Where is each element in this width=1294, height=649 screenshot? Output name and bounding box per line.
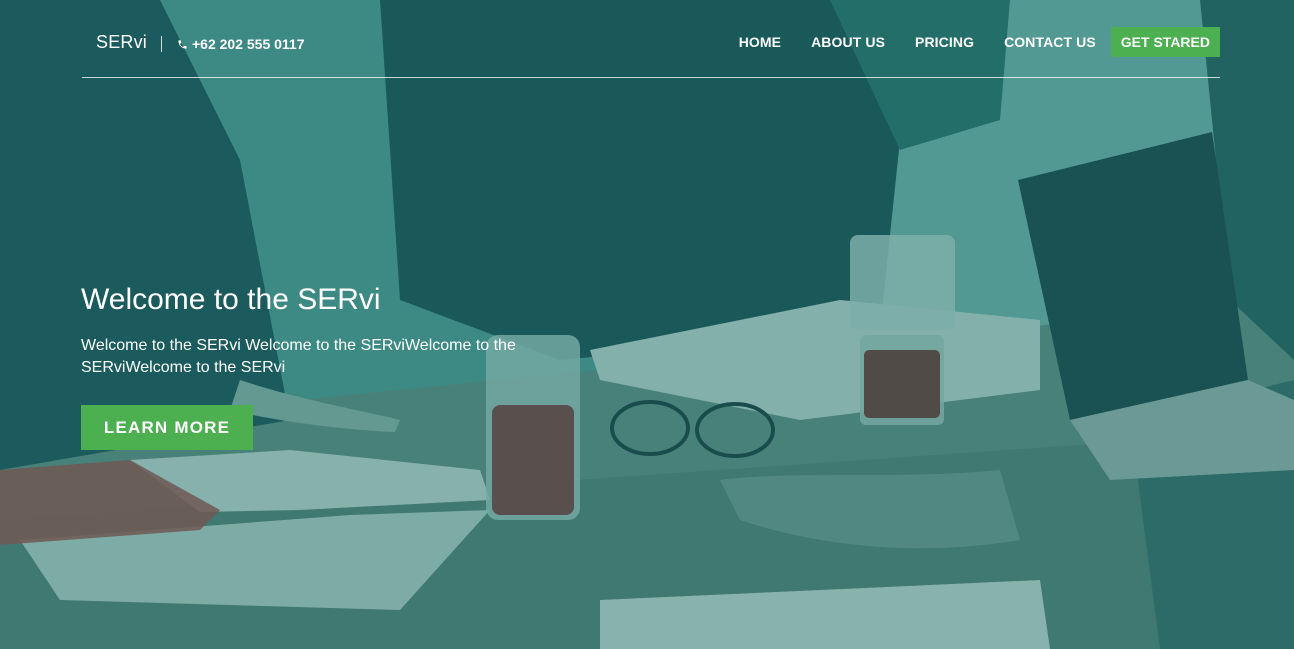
nav-contact-us[interactable]: CONTACT US <box>1004 34 1096 50</box>
nav-about-us[interactable]: ABOUT US <box>811 34 885 50</box>
phone-icon <box>178 39 187 49</box>
site-logo[interactable]: SERvi <box>96 32 147 53</box>
hero-overlay <box>0 0 1294 649</box>
phone-number-text: +62 202 555 0117 <box>192 36 305 52</box>
top-navigation-bar: SERvi +62 202 555 0117 HOME ABOUT US PRI… <box>82 0 1220 78</box>
hero-title: Welcome to the SERvi <box>81 283 381 316</box>
main-nav: HOME ABOUT US PRICING CONTACT US GET STA… <box>709 27 1220 57</box>
phone-number: +62 202 555 0117 <box>177 36 305 52</box>
hero-section <box>0 0 1294 649</box>
nav-home[interactable]: HOME <box>739 34 781 50</box>
nav-pricing[interactable]: PRICING <box>915 34 974 50</box>
hero-description: Welcome to the SERvi Welcome to the SERv… <box>81 337 516 376</box>
get-started-button[interactable]: GET STARED <box>1110 27 1220 57</box>
learn-more-button[interactable]: LEARN MORE <box>81 405 253 450</box>
header-divider <box>161 36 162 52</box>
